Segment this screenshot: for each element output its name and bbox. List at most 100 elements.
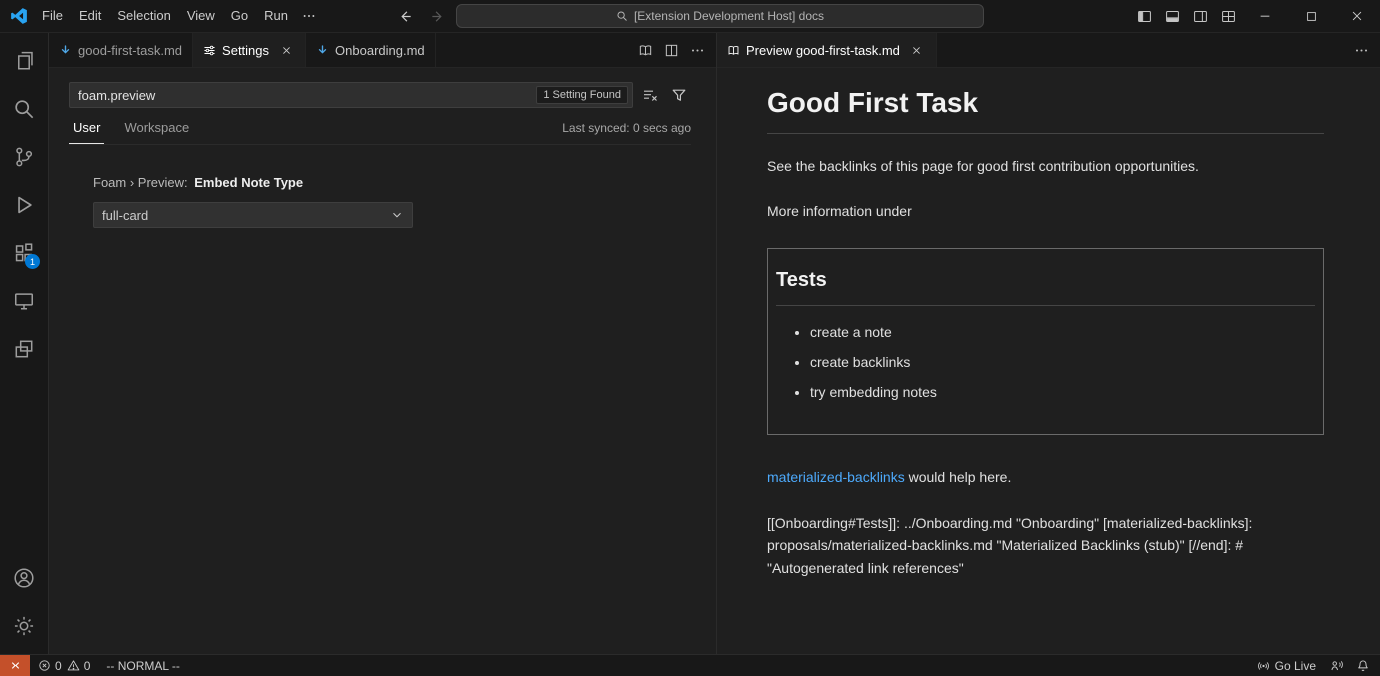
embedded-note-card: Tests create a note create backlinks try… bbox=[767, 248, 1324, 435]
markdown-preview-icon bbox=[727, 44, 740, 57]
extensions-icon[interactable]: 1 bbox=[0, 229, 48, 277]
tab-label: Preview good-first-task.md bbox=[746, 43, 900, 58]
extensions-badge: 1 bbox=[25, 254, 40, 269]
filter-settings-icon[interactable] bbox=[667, 83, 691, 107]
settings-result-count-badge: 1 Setting Found bbox=[536, 86, 628, 104]
editor-actions-right bbox=[1348, 33, 1380, 67]
settings-search-row: 1 Setting Found bbox=[69, 82, 691, 108]
maximize-button[interactable] bbox=[1288, 0, 1334, 32]
tab-bar-right: Preview good-first-task.md bbox=[717, 33, 1380, 68]
preview-heading: Good First Task bbox=[767, 82, 1324, 134]
setting-category: Foam › Preview: bbox=[93, 175, 188, 190]
editor-actions-left bbox=[632, 33, 716, 67]
feedback-icon[interactable] bbox=[1324, 655, 1350, 676]
command-center-label: [Extension Development Host] docs bbox=[634, 9, 824, 23]
list-item: create backlinks bbox=[810, 352, 1315, 373]
activity-bar: 1 bbox=[0, 33, 49, 654]
go-live-label: Go Live bbox=[1275, 659, 1316, 673]
link-references-paragraph: [[Onboarding#Tests]]: ../Onboarding.md "… bbox=[767, 512, 1324, 579]
menu-overflow-icon[interactable] bbox=[296, 0, 322, 32]
toggle-secondary-sidebar-icon[interactable] bbox=[1186, 0, 1214, 32]
menu-file[interactable]: File bbox=[34, 0, 71, 32]
last-synced-label: Last synced: 0 secs ago bbox=[562, 111, 691, 144]
scope-tab-workspace[interactable]: Workspace bbox=[120, 111, 193, 144]
close-tab-icon[interactable] bbox=[908, 41, 926, 59]
title-bar-controls bbox=[1130, 0, 1380, 32]
status-bar: 0 0 -- NORMAL -- Go Live bbox=[0, 654, 1380, 676]
menu-run[interactable]: Run bbox=[256, 0, 296, 32]
accounts-icon[interactable] bbox=[0, 554, 48, 602]
tab-label: good-first-task.md bbox=[78, 43, 182, 58]
tab-label: Onboarding.md bbox=[335, 43, 425, 58]
navigate-forward-icon[interactable] bbox=[426, 5, 448, 27]
customize-layout-icon[interactable] bbox=[1214, 0, 1242, 32]
scope-tab-user[interactable]: User bbox=[69, 111, 104, 144]
list-item: create a note bbox=[810, 322, 1315, 343]
embedded-note-heading: Tests bbox=[776, 265, 1315, 306]
warning-count: 0 bbox=[84, 659, 91, 673]
split-editor-icon[interactable] bbox=[658, 37, 684, 63]
open-preview-icon[interactable] bbox=[632, 37, 658, 63]
title-bar: File Edit Selection View Go Run [Extensi… bbox=[0, 0, 1380, 33]
problems-status[interactable]: 0 0 bbox=[30, 655, 98, 676]
chevron-down-icon bbox=[390, 208, 404, 222]
broadcast-icon bbox=[1257, 659, 1270, 672]
setting-name: Embed Note Type bbox=[194, 175, 303, 190]
editor-layouts-icon[interactable] bbox=[0, 325, 48, 373]
source-control-icon[interactable] bbox=[0, 133, 48, 181]
menu-bar: File Edit Selection View Go Run bbox=[0, 0, 322, 32]
run-debug-icon[interactable] bbox=[0, 181, 48, 229]
toggle-panel-icon[interactable] bbox=[1158, 0, 1186, 32]
history-navigation bbox=[394, 0, 448, 32]
markdown-preview: Good First Task See the backlinks of thi… bbox=[717, 68, 1380, 654]
embed-note-type-dropdown[interactable]: full-card bbox=[93, 202, 413, 228]
tab-preview-good-first-task[interactable]: Preview good-first-task.md bbox=[717, 33, 937, 67]
settings-search-input[interactable] bbox=[70, 83, 536, 107]
close-tab-icon[interactable] bbox=[277, 41, 295, 59]
link-tail-text: would help here. bbox=[905, 469, 1012, 485]
more-actions-icon[interactable] bbox=[1348, 37, 1374, 63]
tab-bar-left: good-first-task.md Settings Onboarding.m… bbox=[49, 33, 716, 68]
vim-mode-indicator: -- NORMAL -- bbox=[98, 655, 188, 676]
error-count: 0 bbox=[55, 659, 62, 673]
markdown-file-icon bbox=[59, 44, 72, 57]
editor-group-left: good-first-task.md Settings Onboarding.m… bbox=[49, 33, 717, 654]
settings-editor: 1 Setting Found User Workspace Last sync… bbox=[49, 68, 716, 654]
vscode-window: File Edit Selection View Go Run [Extensi… bbox=[0, 0, 1380, 676]
setting-item-embed-note-type: Foam › Preview: Embed Note Type full-car… bbox=[93, 175, 691, 228]
markdown-file-icon bbox=[316, 44, 329, 57]
tab-label: Settings bbox=[222, 43, 269, 58]
tab-onboarding[interactable]: Onboarding.md bbox=[306, 33, 436, 67]
close-window-button[interactable] bbox=[1334, 0, 1380, 32]
menu-selection[interactable]: Selection bbox=[109, 0, 178, 32]
workbench: 1 good-first-task. bbox=[0, 33, 1380, 654]
remote-indicator[interactable] bbox=[0, 655, 30, 676]
remote-explorer-icon[interactable] bbox=[0, 277, 48, 325]
more-actions-icon[interactable] bbox=[684, 37, 710, 63]
materialized-backlinks-link[interactable]: materialized-backlinks bbox=[767, 469, 905, 485]
clear-search-filters-icon[interactable] bbox=[638, 83, 662, 107]
notifications-bell-icon[interactable] bbox=[1350, 655, 1376, 676]
list-item: try embedding notes bbox=[810, 382, 1315, 403]
search-icon[interactable] bbox=[0, 85, 48, 133]
settings-search-box: 1 Setting Found bbox=[69, 82, 633, 108]
menu-edit[interactable]: Edit bbox=[71, 0, 109, 32]
minimize-button[interactable] bbox=[1242, 0, 1288, 32]
menu-go[interactable]: Go bbox=[223, 0, 256, 32]
toggle-sidebar-icon[interactable] bbox=[1130, 0, 1158, 32]
tab-settings[interactable]: Settings bbox=[193, 33, 306, 67]
vscode-logo-icon bbox=[10, 7, 28, 25]
preview-paragraph: More information under bbox=[767, 201, 1324, 222]
editor-group-right: Preview good-first-task.md Good First Ta… bbox=[717, 33, 1380, 654]
go-live-button[interactable]: Go Live bbox=[1249, 655, 1324, 676]
search-icon bbox=[616, 10, 628, 22]
explorer-icon[interactable] bbox=[0, 37, 48, 85]
embedded-note-list: create a note create backlinks try embed… bbox=[776, 322, 1315, 403]
setting-label: Foam › Preview: Embed Note Type bbox=[93, 175, 691, 190]
settings-gear-icon[interactable] bbox=[0, 602, 48, 650]
command-center-search[interactable]: [Extension Development Host] docs bbox=[456, 4, 984, 28]
status-bar-right: Go Live bbox=[1249, 655, 1380, 676]
navigate-back-icon[interactable] bbox=[394, 5, 416, 27]
menu-view[interactable]: View bbox=[179, 0, 223, 32]
tab-good-first-task[interactable]: good-first-task.md bbox=[49, 33, 193, 67]
